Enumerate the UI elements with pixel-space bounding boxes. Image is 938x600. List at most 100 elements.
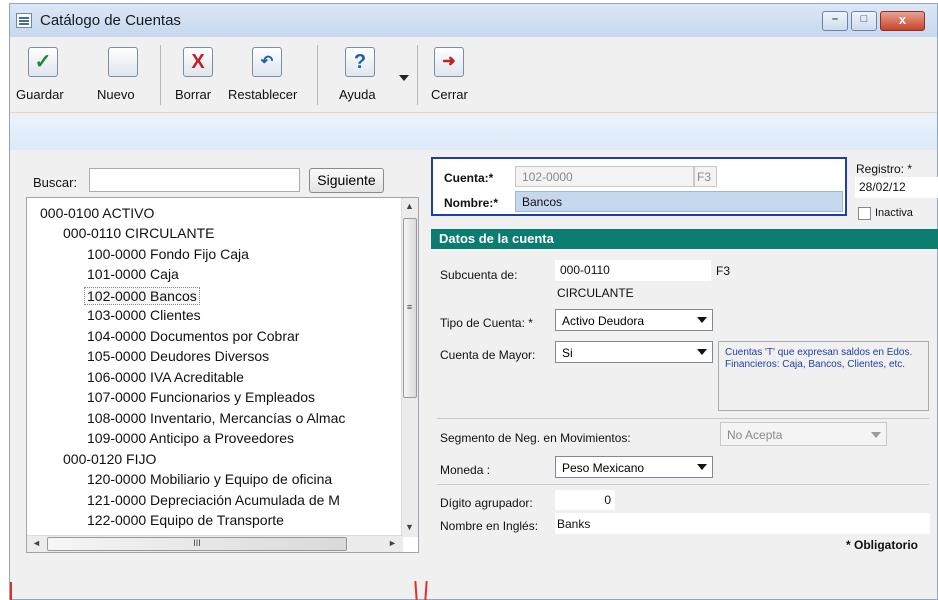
cuenta-mayor-label: Cuenta de Mayor: [440, 348, 536, 362]
section-title: Datos de la cuenta [439, 231, 554, 246]
tree-item[interactable]: 106-0000 IVA Acreditable [87, 369, 244, 385]
tree-item-selected[interactable]: 102-0000 Bancos [84, 287, 200, 305]
chevron-down-icon [697, 464, 707, 470]
tree-item[interactable]: 100-0000 Fondo Fijo Caja [87, 246, 249, 262]
ayuda-dropdown-arrow[interactable] [399, 75, 409, 81]
scroll-down-icon[interactable]: ▼ [402, 520, 417, 535]
tree-item[interactable]: 120-0000 Mobiliario y Equipo de oficina [87, 471, 332, 487]
moneda-select[interactable]: Peso Mexicano [555, 456, 713, 478]
moneda-label: Moneda : [440, 463, 491, 477]
tree-item[interactable]: 105-0000 Deudores Diversos [87, 348, 269, 364]
inactiva-label: Inactiva [875, 207, 913, 219]
tree-item[interactable]: 000-0120 FIJO [63, 451, 156, 467]
toolbar-separator [417, 45, 418, 105]
window-app-icon [16, 13, 32, 28]
scroll-grip-h-icon: III [193, 538, 201, 548]
minimize-icon: – [831, 13, 839, 25]
nombre-ingles-label: Nombre en Inglés: [440, 519, 539, 533]
title-bar[interactable]: Catálogo de Cuentas – □ x [10, 4, 937, 37]
subcuenta-field[interactable]: 000-0110 [555, 260, 711, 281]
nombre-field[interactable]: Bancos [515, 191, 843, 212]
inactiva-checkbox[interactable] [858, 207, 871, 220]
tree-item[interactable]: 107-0000 Funcionarios y Empleados [87, 389, 315, 405]
nombre-ingles-field[interactable]: Banks [555, 513, 930, 534]
siguiente-button[interactable]: Siguiente [309, 168, 384, 193]
tipo-cuenta-value: Activo Deudora [562, 314, 645, 328]
cuenta-mayor-value: Si [562, 346, 573, 360]
tree-item[interactable]: 108-0000 Inventario, Mercancías o Almac [87, 410, 345, 426]
horizontal-scrollbar[interactable]: ◄ III ► [27, 535, 403, 552]
borrar-button-label[interactable]: Borrar [175, 87, 211, 102]
undo-icon[interactable]: ↶ [252, 47, 282, 77]
cuenta-value: 102-0000 [522, 170, 573, 184]
divider [437, 418, 929, 419]
digito-value: 0 [604, 493, 611, 507]
guardar-button-label[interactable]: Guardar [16, 87, 64, 102]
tree-item[interactable]: 103-0000 Clientes [87, 307, 201, 323]
tree-item[interactable]: 000-0110 CIRCULANTE [63, 225, 214, 241]
segmento-select[interactable]: No Acepta [720, 422, 887, 446]
window-title: Catálogo de Cuentas [40, 12, 181, 29]
scroll-left-icon[interactable]: ◄ [29, 536, 44, 551]
ayuda-button-label[interactable]: Ayuda [339, 87, 376, 102]
toolbar-separator [160, 45, 161, 105]
info-bar [10, 117, 937, 150]
obligatorio-note: * Obligatorio [846, 538, 918, 552]
subcuenta-lookup-key[interactable]: F3 [716, 264, 730, 278]
tree-item[interactable]: 122-0000 Equipo de Transporte [87, 512, 284, 528]
minimize-button[interactable]: – [822, 11, 848, 31]
nombre-ingles-value: Banks [557, 517, 591, 531]
nombre-value: Bancos [522, 195, 563, 209]
cerrar-button-label[interactable]: Cerrar [431, 87, 468, 102]
nombre-label: Nombre:* [444, 196, 499, 210]
close-icon: x [898, 12, 907, 27]
segmento-value: No Acepta [727, 428, 783, 442]
cuenta-mayor-note: Cuentas 'T' que expresan saldos en Edos.… [718, 341, 929, 411]
registro-value: 28/02/12 [859, 180, 906, 194]
restablecer-button-label[interactable]: Restablecer [228, 87, 297, 102]
nuevo-button-label[interactable]: Nuevo [97, 87, 135, 102]
tipo-cuenta-select[interactable]: Activo Deudora [555, 309, 713, 331]
chevron-down-icon [697, 317, 707, 323]
f3-key-label: F3 [697, 170, 712, 184]
new-document-icon[interactable] [108, 47, 138, 77]
red-mark [10, 582, 12, 600]
cuenta-mayor-select[interactable]: Si [555, 341, 713, 363]
cuenta-lookup-button[interactable]: F3 [694, 166, 717, 187]
segmento-label: Segmento de Neg. en Movimientos: [440, 431, 631, 445]
subcuenta-label: Subcuenta de: [440, 268, 518, 282]
tree-item[interactable]: 104-0000 Documentos por Cobrar [87, 328, 299, 344]
registro-label: Registro: * [856, 162, 913, 176]
section-header: Datos de la cuenta [431, 229, 938, 249]
search-input[interactable] [89, 168, 300, 192]
exit-icon[interactable]: ➜ [434, 47, 464, 77]
tree-item[interactable]: 101-0000 Caja [87, 266, 179, 282]
question-icon[interactable]: ? [345, 47, 375, 77]
tree-item[interactable]: 121-0000 Depreciación Acumulada de M [87, 492, 340, 508]
accounts-tree[interactable]: 000-0100 ACTIVO 000-0110 CIRCULANTE 100-… [26, 197, 419, 553]
divider [437, 484, 929, 485]
scroll-grip-icon: ≡ [406, 302, 413, 312]
chevron-down-icon [697, 349, 707, 355]
tree-item[interactable]: 109-0000 Anticipo a Proveedores [87, 430, 294, 446]
cuenta-field[interactable]: 102-0000 [515, 166, 694, 187]
check-icon[interactable]: ✓ [28, 47, 58, 77]
maximize-button[interactable]: □ [851, 11, 877, 31]
toolbar-separator [317, 45, 318, 105]
vertical-scrollbar[interactable]: ▲ ≡ ▼ [401, 198, 418, 537]
digito-label: Dígito agrupador: [440, 496, 533, 510]
scroll-right-icon[interactable]: ► [385, 536, 400, 551]
digito-field[interactable]: 0 [555, 490, 615, 510]
tipo-cuenta-label: Tipo de Cuenta: * [440, 316, 533, 330]
search-label: Buscar: [33, 175, 78, 190]
subcuenta-value: 000-0110 [560, 263, 610, 277]
maximize-icon: □ [860, 13, 868, 25]
x-icon[interactable]: X [183, 47, 213, 77]
toolbar: ✓ Guardar Nuevo X Borrar ↶ Restablecer ?… [10, 37, 937, 113]
registro-field[interactable]: 28/02/12 [855, 177, 938, 198]
scroll-up-icon[interactable]: ▲ [402, 199, 417, 214]
moneda-value: Peso Mexicano [562, 461, 645, 475]
tree-item[interactable]: 000-0100 ACTIVO [40, 205, 154, 221]
chevron-down-icon [871, 432, 881, 438]
close-window-button[interactable]: x [880, 11, 925, 31]
